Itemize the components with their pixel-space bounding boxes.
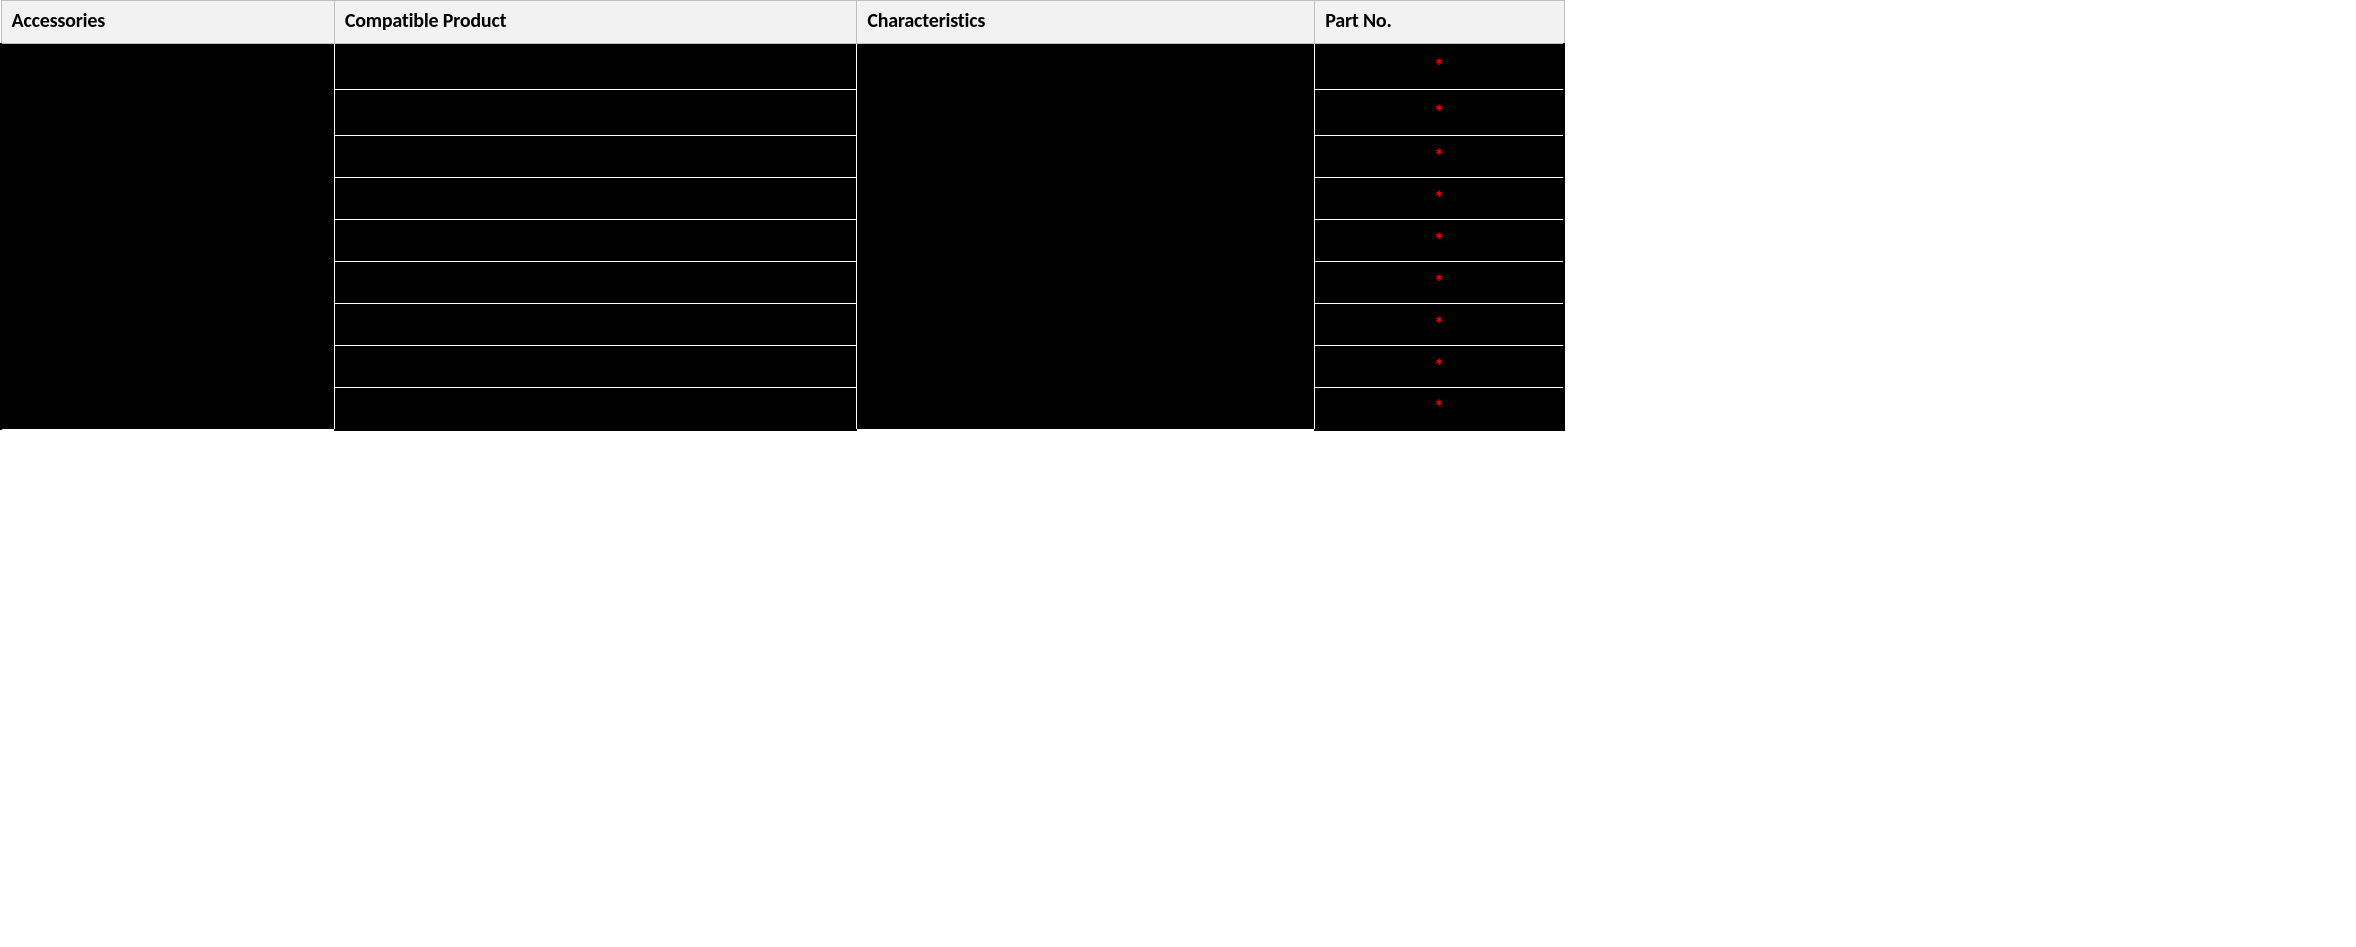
cell-part-no: *: [1315, 304, 1564, 346]
cell-part-no: *: [1315, 136, 1564, 178]
header-part-no: Part No.: [1315, 1, 1564, 44]
asterisk-icon: *: [1434, 273, 1444, 293]
asterisk-icon: *: [1434, 57, 1444, 77]
cell-part-no: *: [1315, 178, 1564, 220]
cell-compatible: [334, 388, 857, 430]
table-row: *: [1, 44, 1564, 90]
asterisk-icon: *: [1434, 189, 1444, 209]
asterisk-icon: *: [1434, 357, 1444, 377]
asterisk-icon: *: [1434, 398, 1444, 418]
asterisk-icon: *: [1434, 103, 1444, 123]
cell-part-no: *: [1315, 346, 1564, 388]
cell-compatible: [334, 262, 857, 304]
cell-part-no: *: [1315, 44, 1564, 90]
cell-part-no: *: [1315, 262, 1564, 304]
cell-compatible: [334, 178, 857, 220]
cell-part-no: *: [1315, 388, 1564, 430]
table-container: Accessories Compatible Product Character…: [0, 0, 1565, 431]
cell-compatible: [334, 346, 857, 388]
asterisk-icon: *: [1434, 315, 1444, 335]
cell-part-no: *: [1315, 220, 1564, 262]
header-characteristics: Characteristics: [857, 1, 1315, 44]
cell-compatible: [334, 90, 857, 136]
header-accessories: Accessories: [1, 1, 334, 44]
cell-part-no: *: [1315, 90, 1564, 136]
cell-characteristics: [857, 44, 1315, 430]
asterisk-icon: *: [1434, 231, 1444, 251]
header-compatible-product: Compatible Product: [334, 1, 857, 44]
cell-compatible: [334, 136, 857, 178]
table-header-row: Accessories Compatible Product Character…: [1, 1, 1564, 44]
cell-compatible: [334, 44, 857, 90]
cell-compatible: [334, 304, 857, 346]
asterisk-icon: *: [1434, 147, 1444, 167]
cell-accessories: [1, 44, 334, 430]
cell-compatible: [334, 220, 857, 262]
accessories-table: Accessories Compatible Product Character…: [0, 0, 1565, 431]
